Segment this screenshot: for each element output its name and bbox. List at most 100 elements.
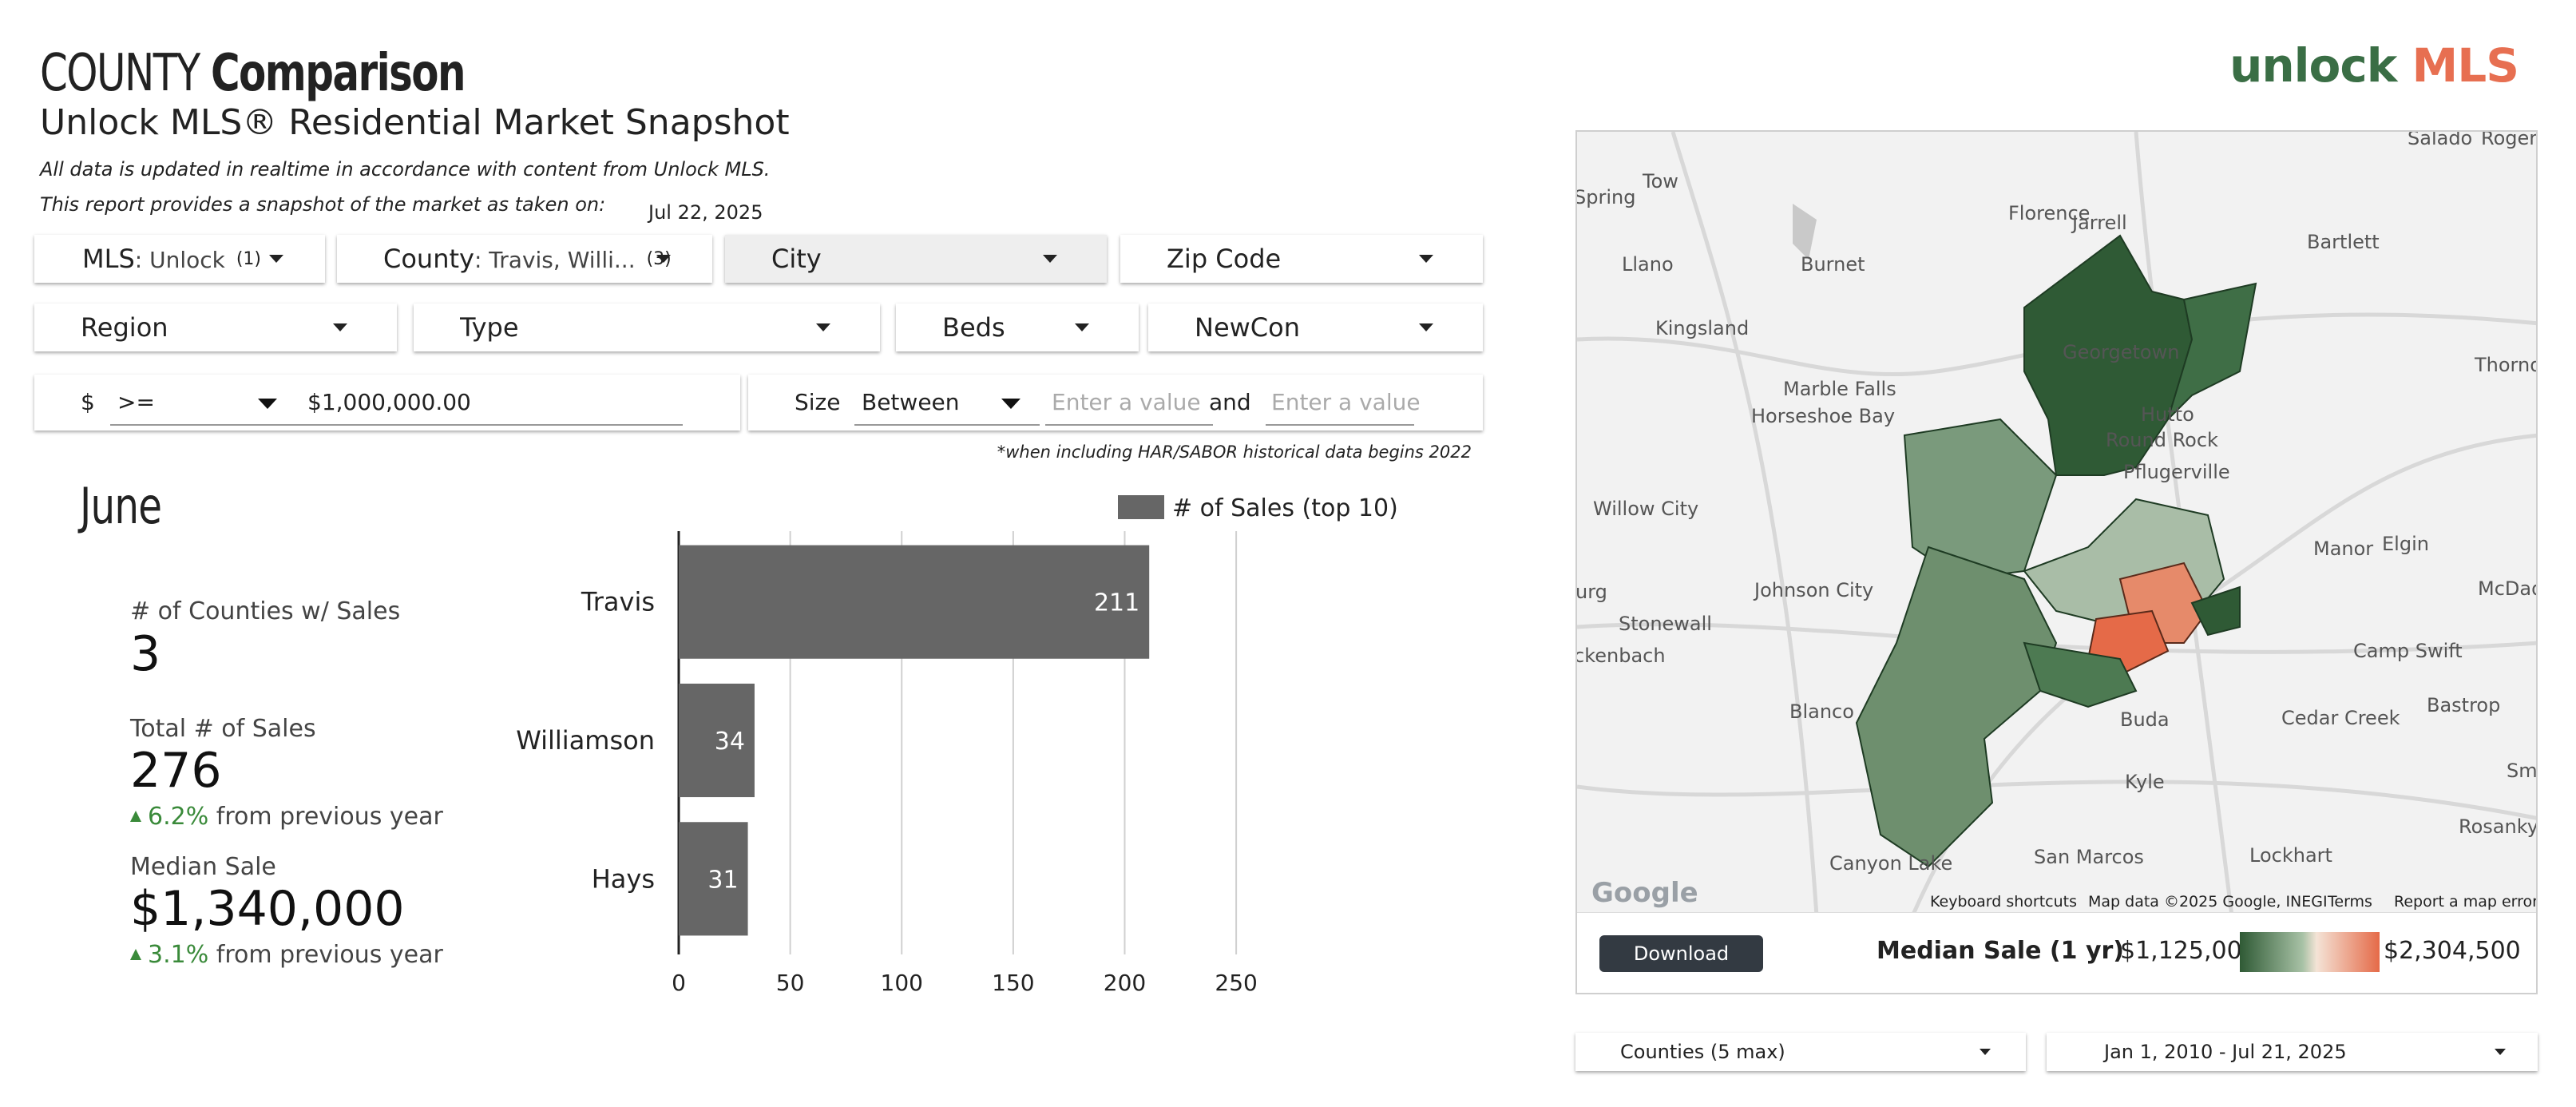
realtime-note: All data is updated in realtime in accor… — [40, 158, 771, 181]
map-road — [1577, 780, 2536, 820]
zip-code-filter[interactable]: Zip Code — [1120, 235, 1483, 283]
map-place-label: Tow — [1643, 170, 1678, 192]
size-min-underline — [1045, 424, 1213, 426]
x-tick-label: 100 — [881, 970, 923, 996]
price-underline — [298, 424, 683, 426]
map-place-label: Marble Falls — [1783, 378, 1896, 400]
map-footer: Download Median Sale (1 yr) $1,125,000 $… — [1577, 912, 2536, 993]
size-and-label: and — [1209, 389, 1251, 415]
mls-filter-count: (1) — [236, 248, 262, 269]
county-filter-label: County — [383, 244, 474, 274]
price-input[interactable]: $1,000,000.00 — [307, 389, 471, 415]
map-place-label: Lockhart — [2249, 844, 2332, 867]
counties-selector-label: Counties (5 max) — [1620, 1041, 1785, 1063]
city-filter[interactable]: City — [725, 235, 1107, 283]
lake-shape — [1793, 204, 1817, 260]
map-place-label: Manor — [2313, 538, 2374, 560]
chevron-down-icon — [258, 399, 277, 409]
historical-footnote: *when including HAR/SABOR historical dat… — [997, 442, 1472, 462]
median-value: $1,340,000 — [130, 881, 405, 937]
county-filter-value: : Travis, Willi... — [474, 247, 636, 273]
median-label: Median Sale — [130, 853, 276, 881]
x-tick-label: 250 — [1215, 970, 1257, 996]
sales-bar-chart: 0 50 100 150 200 250 211 Travis 34 Williamson 31 Ha… — [516, 494, 1398, 996]
x-tick-label: 50 — [776, 970, 805, 996]
newcon-filter-label: NewCon — [1195, 312, 1300, 343]
x-tick-label: 200 — [1104, 970, 1146, 996]
sales-change-pct: 6.2% — [148, 803, 209, 831]
terms-link[interactable]: Terms — [2328, 893, 2372, 911]
county-filter[interactable]: County: Travis, Willi... (3) — [337, 235, 712, 283]
chevron-down-icon — [816, 323, 830, 331]
chevron-down-icon — [1419, 323, 1433, 331]
map-place-label: San Marcos — [2034, 846, 2144, 868]
newcon-filter[interactable]: NewCon — [1148, 304, 1483, 351]
map-place-label: Blanco — [1789, 700, 1854, 723]
chevron-down-icon — [1419, 255, 1433, 263]
size-max-underline — [1266, 424, 1414, 426]
map-place-label: Jarrell — [2072, 212, 2127, 234]
beds-filter[interactable]: Beds — [896, 304, 1139, 351]
date-range-selector[interactable]: Jan 1, 2010 - Jul 21, 2025 — [2047, 1033, 2538, 1071]
type-filter-label: Type — [460, 312, 519, 343]
chevron-down-icon — [1001, 399, 1020, 409]
map-place-label: Round Rock — [2106, 429, 2218, 451]
map-place-label: Smit — [2507, 760, 2538, 782]
size-max-input[interactable]: Enter a value — [1271, 389, 1421, 415]
map-place-label: Camp Swift — [2353, 640, 2463, 662]
bar-value-label: 31 — [707, 866, 738, 894]
type-filter[interactable]: Type — [414, 304, 880, 351]
map-place-label: Llano — [1622, 253, 1674, 276]
counties-label: # of Counties w/ Sales — [130, 597, 401, 625]
arrow-up-icon — [130, 948, 141, 960]
price-operator-value: >= — [117, 389, 155, 415]
counties-value: 3 — [130, 626, 161, 682]
month-heading: June — [80, 477, 162, 535]
bar-value-label: 211 — [1094, 589, 1139, 617]
chevron-down-icon — [333, 323, 347, 331]
map-place-label: Burnet — [1801, 253, 1865, 276]
price-filter: $ >= $1,000,000.00 — [34, 375, 740, 430]
mls-filter[interactable]: MLS: Unlock (1) — [34, 235, 325, 283]
download-button[interactable]: Download — [1599, 935, 1763, 972]
region-filter-label: Region — [81, 312, 168, 343]
logo-mls: MLS — [2412, 38, 2519, 93]
chevron-down-icon — [1043, 255, 1057, 263]
title-light: COUNTY — [40, 44, 200, 103]
map-place-label: Salado — [2408, 130, 2473, 149]
map-place-label: urg — [1575, 581, 1607, 603]
category-label: Hays — [592, 863, 655, 894]
map-place-label: Rosanky — [2459, 815, 2538, 838]
map-place-label: Stonewall — [1619, 613, 1712, 635]
snapshot-date: Jul 22, 2025 — [648, 201, 763, 224]
page-subtitle: Unlock MLS® Residential Market Snapshot — [40, 102, 790, 143]
map-road — [1670, 132, 1819, 916]
map-place-label: Kyle — [2125, 771, 2165, 793]
size-min-input[interactable]: Enter a value — [1052, 389, 1201, 415]
chevron-down-icon — [1075, 323, 1089, 331]
date-range-label: Jan 1, 2010 - Jul 21, 2025 — [2104, 1041, 2347, 1063]
chevron-down-icon — [656, 255, 671, 263]
map-canvas — [1577, 132, 2536, 916]
counties-selector[interactable]: Counties (5 max) — [1575, 1033, 2026, 1071]
sales-change: 6.2% from previous year — [130, 803, 443, 831]
map-place-label: Kingsland — [1655, 317, 1750, 339]
category-label: Travis — [581, 587, 655, 617]
region-filter[interactable]: Region — [34, 304, 397, 351]
price-operator-select[interactable]: >= — [117, 389, 313, 421]
legend-gradient — [2240, 932, 2380, 972]
size-operator-select[interactable]: Between — [862, 389, 960, 415]
unlock-mls-logo: unlock MLS — [2229, 38, 2519, 93]
map-place-label: Bartlett — [2307, 231, 2380, 253]
map-place-label: Pflugerville — [2123, 461, 2230, 483]
title-bold: Comparison — [210, 44, 466, 103]
mls-filter-label: MLS — [82, 244, 135, 274]
map-data-attribution: Map data ©2025 Google, INEGI — [2088, 893, 2328, 911]
size-label: Size — [795, 389, 841, 415]
zip-filter-label: Zip Code — [1167, 244, 1282, 274]
keyboard-shortcuts-link[interactable]: Keyboard shortcuts — [1930, 893, 2077, 911]
county-map[interactable]: Download Median Sale (1 yr) $1,125,000 $… — [1575, 130, 2538, 994]
map-place-label: Willow City — [1593, 498, 1699, 520]
report-map-error-link[interactable]: Report a map error — [2394, 893, 2536, 911]
google-logo: Google — [1591, 877, 1698, 909]
